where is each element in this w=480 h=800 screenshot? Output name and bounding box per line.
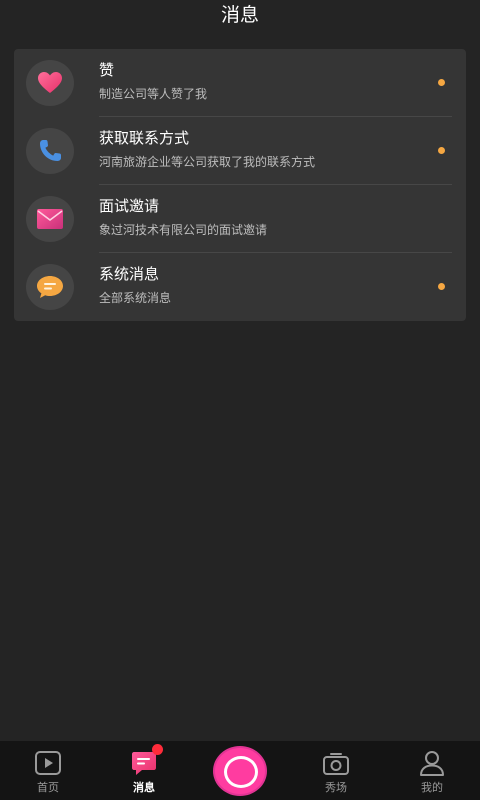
tab-show[interactable]: 秀场 xyxy=(288,741,384,800)
unread-dot xyxy=(438,79,445,86)
message-desc: 制造公司等人赞了我 xyxy=(99,87,208,101)
play-icon xyxy=(34,749,62,777)
message-item-likes[interactable]: 赞 制造公司等人赞了我 xyxy=(14,49,466,117)
tab-label: 秀场 xyxy=(325,781,347,794)
chat-bubble-icon xyxy=(26,264,74,310)
notification-badge xyxy=(152,744,163,755)
page-title: 消息 xyxy=(220,4,259,26)
message-title: 获取联系方式 xyxy=(99,129,190,147)
record-button[interactable] xyxy=(215,748,265,794)
message-title: 面试邀请 xyxy=(99,197,160,215)
profile-icon xyxy=(418,749,446,777)
tab-mine[interactable]: 我的 xyxy=(384,741,480,800)
tab-label: 首页 xyxy=(37,781,59,794)
unread-dot xyxy=(438,283,445,290)
message-desc: 全部系统消息 xyxy=(99,291,172,305)
message-item-interview[interactable]: 面试邀请 象过河技术有限公司的面试邀请 xyxy=(14,185,466,253)
tab-label: 消息 xyxy=(133,781,155,794)
camera-icon xyxy=(322,749,350,777)
message-desc: 象过河技术有限公司的面试邀请 xyxy=(99,223,268,237)
message-title: 赞 xyxy=(99,61,115,79)
mail-icon xyxy=(26,196,74,242)
message-item-contact[interactable]: 获取联系方式 河南旅游企业等公司获取了我的联系方式 xyxy=(14,117,466,185)
tab-label: 我的 xyxy=(421,781,443,794)
tab-messages[interactable]: 消息 xyxy=(96,741,192,800)
message-desc: 河南旅游企业等公司获取了我的联系方式 xyxy=(99,155,316,169)
unread-dot xyxy=(438,147,445,154)
phone-icon xyxy=(26,128,74,174)
tab-home[interactable]: 首页 xyxy=(0,741,96,800)
message-item-system[interactable]: 系统消息 全部系统消息 xyxy=(14,253,466,321)
message-title: 系统消息 xyxy=(99,265,160,283)
record-icon xyxy=(224,756,258,788)
heart-icon xyxy=(26,60,74,106)
message-list: 赞 制造公司等人赞了我 获取联系方式 河南旅游企业等公司获取了我的联系方式 面试… xyxy=(14,49,466,321)
